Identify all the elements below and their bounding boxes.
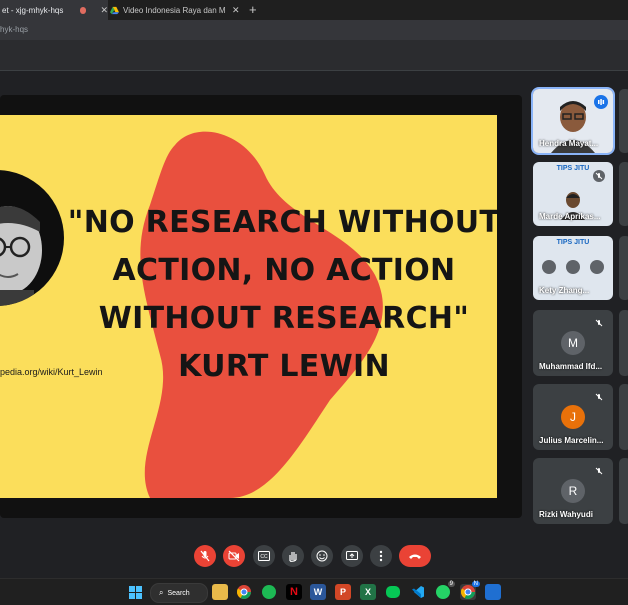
mic-off-icon xyxy=(595,319,603,327)
google-drive-icon xyxy=(110,6,119,14)
quote-line-1: "NO RESEARCH WITHOUT xyxy=(67,205,497,240)
meet-top-bar xyxy=(0,40,628,71)
speaking-indicator-icon xyxy=(594,95,608,109)
presented-slide: "NO RESEARCH WITHOUT ACTION, NO ACTION W… xyxy=(0,115,497,498)
file-explorer-icon[interactable] xyxy=(212,584,228,600)
svg-text:CC: CC xyxy=(260,554,268,560)
vscode-icon[interactable] xyxy=(410,584,426,600)
more-vert-icon xyxy=(379,550,383,562)
netflix-icon[interactable]: N xyxy=(286,584,302,600)
raise-hand-button[interactable] xyxy=(282,545,304,567)
avatar: M xyxy=(561,331,585,355)
mic-off-icon xyxy=(593,170,605,182)
photos-icon[interactable] xyxy=(485,584,501,600)
participant-name: Kety Zhang... xyxy=(539,286,590,295)
captions-icon: CC xyxy=(258,551,270,561)
participant-tile-hendra[interactable]: Hendra Mayat... xyxy=(533,89,613,153)
participant-name: Marde Aprikas... xyxy=(539,212,601,221)
tab-video[interactable]: Video Indonesia Raya dan Mars I ✕ xyxy=(110,0,242,20)
camera-off-icon xyxy=(228,550,240,562)
pin-icon[interactable] xyxy=(542,260,556,274)
mic-toggle-button[interactable] xyxy=(194,545,216,567)
address-bar[interactable]: hyk-hqs xyxy=(0,20,628,40)
line-icon[interactable] xyxy=(385,584,401,600)
powerpoint-icon[interactable]: P xyxy=(335,584,351,600)
participant-name: Hendra Mayat... xyxy=(539,139,599,148)
emoji-reaction-button[interactable] xyxy=(311,545,333,567)
url-text: hyk-hqs xyxy=(0,25,29,34)
mic-off-icon xyxy=(595,393,603,401)
source-caption: pedia.org/wiki/Kurt_Lewin xyxy=(0,367,103,377)
more-options-button[interactable] xyxy=(370,545,392,567)
partial-participant-tile[interactable] xyxy=(619,162,628,226)
hang-up-icon xyxy=(409,554,421,559)
present-screen-button[interactable] xyxy=(341,545,363,567)
participant-name: Muhammad Ifd... xyxy=(539,362,603,371)
participant-tile-muhammad[interactable]: M Muhammad Ifd... xyxy=(533,310,613,376)
taskbar-search[interactable]: ⌕ Search xyxy=(150,583,208,603)
raise-hand-icon xyxy=(289,552,297,562)
partial-participant-tile[interactable] xyxy=(619,384,628,450)
tab-meet[interactable]: et - xjg-mhyk-hqs ✕ xyxy=(0,0,108,20)
quote-line-3: WITHOUT RESEARCH" xyxy=(98,301,470,336)
excel-icon[interactable]: X xyxy=(360,584,376,600)
whatsapp-badge: 9 xyxy=(447,581,455,587)
captions-button[interactable]: CC xyxy=(253,545,275,567)
whatsapp-icon[interactable]: 9 xyxy=(435,581,455,600)
spotify-icon[interactable] xyxy=(261,584,277,600)
browser-tab-strip: et - xjg-mhyk-hqs ✕ Video Indonesia Raya… xyxy=(0,0,628,20)
more-options-icon[interactable] xyxy=(590,260,604,274)
camera-toggle-button[interactable] xyxy=(223,545,245,567)
tab-video-title: Video Indonesia Raya dan Mars I xyxy=(123,5,226,15)
windows-start-icon[interactable] xyxy=(127,584,143,600)
participant-name: Julius Marcelin... xyxy=(539,436,604,445)
participant-tile-marde[interactable]: TIPS JITU Marde Aprikas... xyxy=(533,162,613,226)
quote-line-2: ACTION, NO ACTION xyxy=(112,253,456,288)
mic-off-icon xyxy=(595,467,603,475)
mute-icon[interactable] xyxy=(566,260,580,274)
close-tab-icon[interactable]: ✕ xyxy=(100,5,108,16)
new-tab-icon[interactable]: + xyxy=(249,2,257,17)
avatar: R xyxy=(561,479,585,503)
partial-participant-tile[interactable] xyxy=(619,458,628,524)
leave-call-button[interactable] xyxy=(399,545,431,567)
tile-hover-controls xyxy=(537,260,609,276)
avatar: J xyxy=(561,405,585,429)
chrome-badge: N xyxy=(471,581,480,587)
chrome-icon[interactable] xyxy=(236,584,252,600)
present-icon xyxy=(346,550,358,560)
close-tab-icon[interactable]: ✕ xyxy=(232,5,240,16)
search-icon: ⌕ xyxy=(159,588,164,597)
partial-participant-tile[interactable] xyxy=(619,310,628,376)
slide-quote: "NO RESEARCH WITHOUT ACTION, NO ACTION W… xyxy=(62,199,497,391)
quote-author: KURT LEWIN xyxy=(178,349,390,384)
emoji-icon xyxy=(316,550,328,562)
participant-name: Rizki Wahyudi xyxy=(539,510,593,519)
word-icon[interactable]: W xyxy=(310,584,326,600)
windows-taskbar: ⌕ Search N W P X 9 N xyxy=(0,578,628,605)
participant-tile-julius[interactable]: J Julius Marcelin... xyxy=(533,384,613,450)
search-label: Search xyxy=(167,589,190,597)
poster-title: TIPS JITU xyxy=(556,239,590,246)
participant-tile-rizki[interactable]: R Rizki Wahyudi xyxy=(533,458,613,524)
mic-off-icon xyxy=(200,550,210,562)
tab-meet-title: et - xjg-mhyk-hqs xyxy=(2,5,64,15)
participant-tile-kety[interactable]: TIPS JITU Kety Zhang... xyxy=(533,236,613,300)
partial-participant-tile[interactable] xyxy=(619,89,628,153)
recording-indicator-icon xyxy=(79,6,87,14)
chrome-active-icon[interactable]: N xyxy=(460,581,480,600)
partial-participant-tile[interactable] xyxy=(619,236,628,300)
